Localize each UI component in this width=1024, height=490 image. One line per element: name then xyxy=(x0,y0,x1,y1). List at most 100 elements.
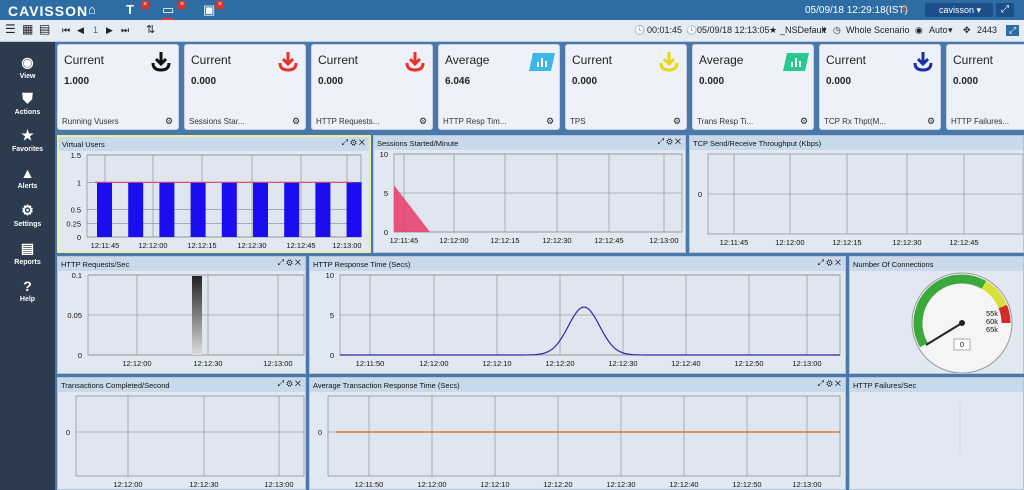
sidebar-item-reports[interactable]: ▤ Reports xyxy=(0,240,55,266)
gear-icon[interactable]: ⚙ xyxy=(673,116,681,127)
summary-card[interactable]: Current 0.000 HTTP Requests... ⚙ xyxy=(311,44,433,130)
chevron-down-icon[interactable]: ▾ xyxy=(822,25,827,36)
bar xyxy=(315,182,331,237)
card-label: HTTP Requests... xyxy=(316,117,380,126)
user-menu-button[interactable]: cavisson ▾ xyxy=(925,3,993,17)
profile-select[interactable]: _NSDefault xyxy=(780,25,826,35)
close-icon[interactable]: × xyxy=(216,1,224,9)
http-failures-chart xyxy=(959,404,961,452)
chevron-down-icon[interactable]: ▾ xyxy=(948,25,953,36)
panel-http-requests[interactable]: HTTP Requests/Sec ⤢ ⚙ ✕ 0.1 0.05 0 12:12:00… xyxy=(57,256,306,374)
avg-transaction-chart: 0 12:11:50 12:12:00 12:12:10 12:12:20 12:12:3… xyxy=(318,395,841,489)
card-label: Running Vusers xyxy=(62,117,119,126)
scenario-icon: ◷ xyxy=(833,25,841,35)
x-tick-label: 12:12:45 xyxy=(594,236,623,245)
bar xyxy=(159,182,175,237)
summary-card[interactable]: Average 0.000 Trans Resp Ti... ⚙ xyxy=(692,44,814,130)
panel-controls[interactable]: ⤢ ⚙ ✕ xyxy=(278,258,301,268)
x-tick-label: 12:12:45 xyxy=(949,238,978,247)
bar xyxy=(253,182,268,237)
x-tick-label: 12:12:40 xyxy=(671,359,700,368)
y-tick-label: 0.5 xyxy=(71,206,81,215)
menu-icon[interactable]: ☰ xyxy=(5,22,16,36)
bar xyxy=(97,182,112,237)
eye-icon: ◉ xyxy=(21,54,34,70)
gear-icon[interactable]: ⚙ xyxy=(927,116,935,127)
clock-icon: 🕓 xyxy=(686,25,698,35)
x-tick-label: 12:12:30 xyxy=(892,238,921,247)
x-tick-label: 12:12:15 xyxy=(832,238,861,247)
download-icon xyxy=(659,52,679,72)
panel-controls[interactable]: ⤢ ⚙ ✕ xyxy=(818,379,841,389)
sidebar-item-settings[interactable]: ⚙ Settings xyxy=(0,202,55,228)
next-page-icon[interactable]: ▶ xyxy=(106,25,113,36)
prev-page-icon[interactable]: ◀ xyxy=(77,25,84,36)
expand-icon[interactable]: ⤢ xyxy=(996,3,1014,17)
text-tab-icon[interactable]: T xyxy=(126,2,134,17)
panel-virtual-users[interactable]: Virtual Users ⤢ ⚙ ✕ 1.5 1 0.5 0.25 0 12:11:45… xyxy=(57,135,371,253)
sidebar-item-help[interactable]: ? Help xyxy=(0,278,55,303)
gear-icon[interactable]: ⚙ xyxy=(546,116,554,127)
y-tick-label: 0.05 xyxy=(67,311,82,320)
table-icon[interactable]: ▤ xyxy=(39,22,50,36)
gauge-label: 60k xyxy=(986,317,998,326)
sidebar-item-view[interactable]: ◉ View xyxy=(0,54,55,80)
summary-card[interactable]: Current 0.000 HTTP Failures... ⚙ xyxy=(946,44,1024,130)
panel-transactions[interactable]: Transactions Completed/Second ⤢ ⚙ ✕ 0 12:… xyxy=(57,377,306,490)
panel-http-failures[interactable]: HTTP Failures/Sec xyxy=(849,377,1024,490)
home-icon[interactable]: ⌂ xyxy=(88,2,96,17)
monitor-tab-icon[interactable]: ▭ xyxy=(162,2,175,20)
panel-sessions[interactable]: Sessions Started/Minute ⤢ ⚙ ✕ 10 5 0 12:11:… xyxy=(373,135,686,253)
panel-controls[interactable]: ⤢ ⚙ ✕ xyxy=(818,258,841,268)
close-icon[interactable]: × xyxy=(141,1,149,9)
x-tick-label: 12:12:20 xyxy=(543,480,572,489)
sidebar-item-alerts[interactable]: ▲ Alerts xyxy=(0,165,55,190)
page-number: 1 xyxy=(93,25,99,35)
help-icon: ? xyxy=(23,278,32,294)
sort-icon[interactable]: ⇅ xyxy=(146,23,155,36)
summary-card[interactable]: Current 1.000 Running Vusers ⚙ xyxy=(57,44,179,130)
summary-card[interactable]: Current 0.000 Sessions Star... ⚙ xyxy=(184,44,306,130)
card-title: Current xyxy=(572,53,613,67)
x-tick-label: 12:12:15 xyxy=(187,241,216,250)
y-tick-label: 1.5 xyxy=(71,151,81,160)
x-tick-label: 12:12:30 xyxy=(608,359,637,368)
y-tick-label: 0.1 xyxy=(72,271,82,280)
panel-http-response-time[interactable]: HTTP Response Time (Secs) ⤢ ⚙ ✕ 10 5 0 12:1… xyxy=(309,256,846,374)
panel-connections[interactable]: Number Of Connections 65k 60k 55k 0 xyxy=(849,256,1024,374)
panel-avg-transaction-time[interactable]: Average Transaction Response Time (Secs)… xyxy=(309,377,846,490)
first-page-icon[interactable]: ⏮ xyxy=(62,25,70,36)
sidebar-item-actions[interactable]: ⛊ Actions xyxy=(0,90,55,116)
panel-title: HTTP Requests/Sec xyxy=(58,257,305,271)
summary-card[interactable]: Current 0.000 TPS ⚙ xyxy=(565,44,687,130)
alert-user-icon[interactable]: ⚠ xyxy=(899,2,909,15)
sidebar-item-label: View xyxy=(19,73,36,80)
summary-card[interactable]: Current 0.000 TCP Rx Thpt(M... ⚙ xyxy=(819,44,941,130)
expand-icon[interactable]: ⤢ xyxy=(1006,25,1020,36)
gear-icon[interactable]: ⚙ xyxy=(292,116,300,127)
star-icon: ★ xyxy=(769,25,778,35)
card-label: TCP Rx Thpt(M... xyxy=(824,117,886,126)
close-icon[interactable]: × xyxy=(178,1,186,9)
panel-tcp-throughput[interactable]: TCP Send/Receive Throughput (Kbps) 0 12:1… xyxy=(689,135,1024,253)
summary-card[interactable]: Average 6.046 HTTP Resp Tim... ⚙ xyxy=(438,44,560,130)
eye-icon: ◉ xyxy=(915,25,923,35)
gear-icon[interactable]: ⚙ xyxy=(419,116,427,127)
sidebar-item-favorites[interactable]: ★ Favorites xyxy=(0,127,55,153)
last-page-icon[interactable]: ⏭ xyxy=(121,25,129,36)
y-tick-label: 0 xyxy=(698,190,702,199)
panel-controls[interactable]: ⤢ ⚙ ✕ xyxy=(658,137,681,147)
time-range[interactable]: 05/09/18 12:13:05 xyxy=(697,25,770,35)
scenario-label[interactable]: Whole Scenario xyxy=(846,25,910,35)
panel-controls[interactable]: ⤢ ⚙ ✕ xyxy=(342,138,365,148)
x-tick-label: 12:12:30 xyxy=(542,236,571,245)
card-value: 1.000 xyxy=(64,76,90,87)
grid-icon[interactable]: ▦ xyxy=(22,22,33,36)
panel-controls[interactable]: ⤢ ⚙ ✕ xyxy=(278,379,301,389)
x-tick-label: 12:12:15 xyxy=(490,236,519,245)
mode-select[interactable]: Auto xyxy=(929,25,948,35)
gear-icon[interactable]: ⚙ xyxy=(800,116,808,127)
x-tick-label: 12:12:10 xyxy=(482,359,511,368)
clipboard-tab-icon[interactable]: ▣ xyxy=(203,2,215,18)
gear-icon[interactable]: ⚙ xyxy=(165,116,173,127)
